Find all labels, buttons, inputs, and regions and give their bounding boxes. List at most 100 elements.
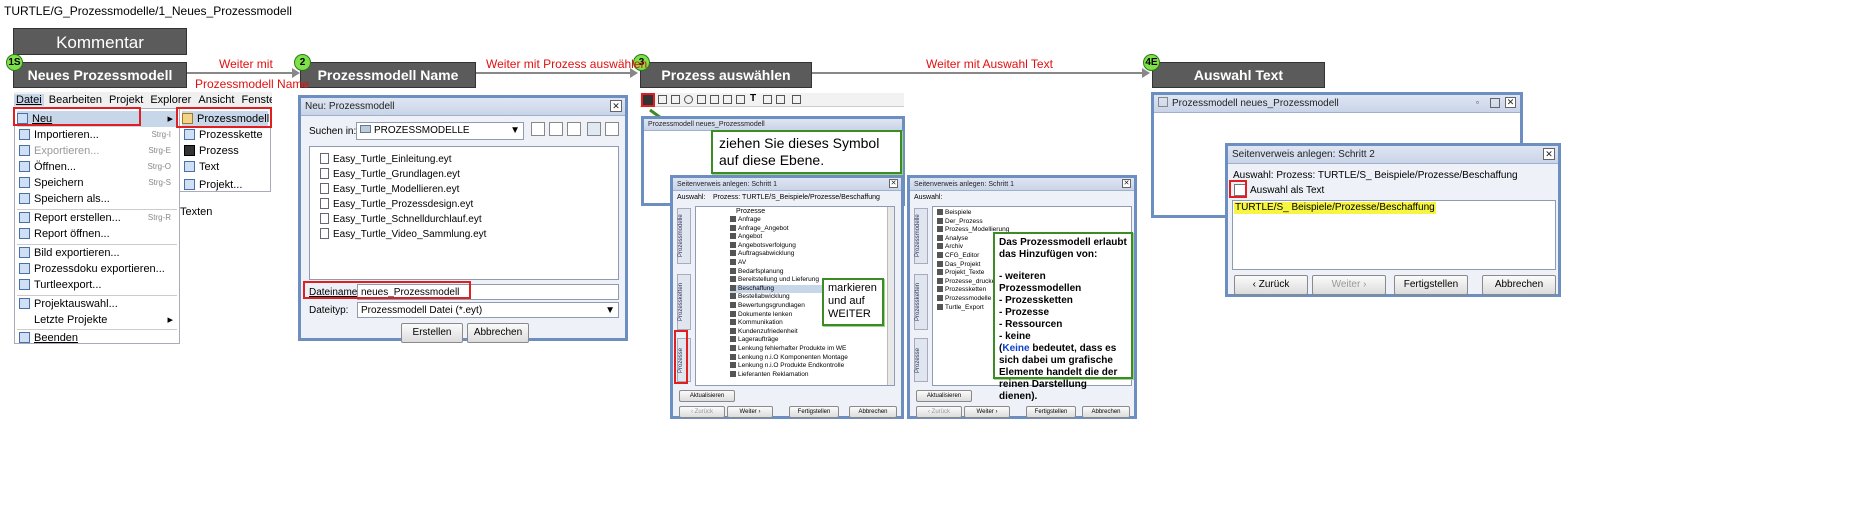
close-icon[interactable]: ✕ bbox=[1122, 179, 1131, 188]
menu-item-exportieren[interactable]: Exportieren... Strg-E bbox=[19, 143, 177, 159]
file-item[interactable]: Easy_Turtle_Schnelldurchlauf.eyt bbox=[320, 213, 482, 227]
close-icon[interactable]: ✕ bbox=[889, 179, 898, 188]
menu-item-report-erstellen[interactable]: Report erstellen... Strg-R bbox=[19, 210, 177, 226]
tree-item[interactable]: Angebotsverfolgung bbox=[730, 242, 848, 251]
lookin-select[interactable]: PROZESSMODELLE ▼ bbox=[356, 122, 524, 140]
maximize-icon[interactable] bbox=[1490, 98, 1500, 108]
file-item[interactable]: Easy_Turtle_Prozessdesign.eyt bbox=[320, 198, 473, 212]
close-icon[interactable]: ✕ bbox=[1505, 97, 1516, 108]
file-item[interactable]: Easy_Turtle_Einleitung.eyt bbox=[320, 153, 452, 167]
submenu-item-prozesskette[interactable]: Prozesskette bbox=[184, 127, 263, 143]
finish-button[interactable]: Fertigstellen bbox=[1394, 275, 1468, 295]
menu-fenster[interactable]: Fenster bbox=[240, 94, 272, 106]
refresh-button[interactable]: Aktualisieren bbox=[679, 390, 735, 402]
tree-item[interactable]: Lenkung fehlerhafter Produkte im WE bbox=[730, 345, 848, 354]
back-button[interactable]: ‹ Zurück bbox=[916, 406, 962, 418]
new-folder-icon[interactable] bbox=[567, 122, 581, 136]
tree-item[interactable]: AV bbox=[730, 259, 848, 268]
menu-item-speichern[interactable]: Speichern Strg-S bbox=[19, 175, 177, 191]
home-icon[interactable] bbox=[549, 122, 563, 136]
cancel-button[interactable]: Abbrechen bbox=[467, 323, 529, 343]
file-item[interactable]: Easy_Turtle_Video_Sammlung.eyt bbox=[320, 228, 486, 242]
menu-item-speichern-als[interactable]: Speichern als... bbox=[19, 191, 177, 207]
minimize-icon[interactable]: ▫ bbox=[1476, 98, 1486, 108]
tree-item[interactable]: Anfrage bbox=[730, 216, 848, 225]
filetype-select[interactable]: Prozessmodell Datei (*.eyt) ▼ bbox=[357, 302, 619, 318]
tree-item[interactable]: Anfrage_Angebot bbox=[730, 225, 848, 234]
toolbar-icon[interactable] bbox=[671, 95, 680, 104]
menu-item-beenden[interactable]: Beenden bbox=[19, 330, 177, 346]
back-button[interactable]: ‹ Zurück bbox=[1234, 275, 1308, 295]
file-item[interactable]: Easy_Turtle_Grundlagen.eyt bbox=[320, 168, 460, 182]
toolbar-icon[interactable] bbox=[697, 95, 706, 104]
menu-datei[interactable]: Datei bbox=[14, 94, 44, 106]
tree-item[interactable]: Der_Prozess bbox=[937, 218, 1009, 227]
submenu-item-text[interactable]: Text bbox=[184, 159, 219, 175]
tree-item[interactable]: Kundenzufriedenheit bbox=[730, 328, 848, 337]
close-icon[interactable]: ✕ bbox=[1543, 148, 1555, 160]
create-button[interactable]: Erstellen bbox=[401, 323, 463, 343]
toolbar-icon[interactable] bbox=[684, 95, 693, 104]
cancel-button[interactable]: Abbrechen bbox=[1082, 406, 1130, 418]
close-icon[interactable]: ✕ bbox=[610, 100, 622, 112]
tree-root[interactable]: Prozesse bbox=[736, 208, 765, 215]
menu-explorer[interactable]: Explorer bbox=[148, 94, 193, 106]
menu-ansicht[interactable]: Ansicht bbox=[196, 94, 236, 106]
menu-item-letzte-projekte[interactable]: Letzte Projekte ▸ bbox=[19, 312, 177, 328]
menu-projekt[interactable]: Projekt bbox=[107, 94, 145, 106]
tab-prozessketten[interactable]: Prozessketten bbox=[677, 274, 691, 330]
next-button[interactable]: Weiter › bbox=[1312, 275, 1386, 295]
tab-prozessmodelle[interactable]: Prozessmodelle bbox=[677, 208, 691, 264]
new-model-dialog: Neu: Prozessmodell ✕ Suchen in: PROZESSMO… bbox=[298, 95, 628, 343]
menu-item-bild-exportieren[interactable]: Bild exportieren... bbox=[19, 245, 177, 261]
text-tool-icon[interactable]: T bbox=[750, 93, 756, 104]
doc-icon bbox=[19, 263, 30, 274]
toolbar-icon[interactable] bbox=[736, 95, 745, 104]
toolbar-icon[interactable] bbox=[723, 95, 732, 104]
menu-item-turtleexport[interactable]: Turtleexport... bbox=[19, 277, 177, 293]
tab-prozessmodelle[interactable]: Prozessmodelle bbox=[914, 208, 928, 264]
finish-button[interactable]: Fertigstellen bbox=[789, 406, 839, 418]
tab-prozesse[interactable]: Prozesse bbox=[914, 338, 928, 382]
tree-item[interactable]: Bedarfsplanung bbox=[730, 268, 848, 277]
submenu-item-projekt[interactable]: Projekt... bbox=[184, 177, 242, 193]
tree-item[interactable]: Lenkung n.i.O Komponenten Montage bbox=[730, 354, 848, 363]
toolbar-icon[interactable] bbox=[763, 95, 772, 104]
reference-text-area[interactable]: TURTLE/S_ Beispiele/Prozesse/Beschaffung bbox=[1232, 200, 1556, 270]
toolbar-icon[interactable] bbox=[658, 95, 667, 104]
menu-item-projektauswahl[interactable]: Projektauswahl... bbox=[19, 296, 177, 312]
back-button[interactable]: ‹ Zurück bbox=[679, 406, 725, 418]
process-chain-icon bbox=[184, 129, 195, 140]
tree-item[interactable]: Beispiele bbox=[937, 209, 1009, 218]
refresh-button[interactable]: Aktualisieren bbox=[916, 390, 972, 402]
tree-item[interactable]: Lageraufträge bbox=[730, 336, 848, 345]
toolbar-icon[interactable] bbox=[710, 95, 719, 104]
details-view-icon[interactable] bbox=[605, 122, 619, 136]
highlight-checkbox bbox=[1229, 180, 1247, 198]
toolbar-icon[interactable] bbox=[792, 95, 801, 104]
next-button[interactable]: Weiter › bbox=[964, 406, 1010, 418]
tree-item[interactable]: Angebot bbox=[730, 233, 848, 242]
tree-item[interactable]: Lieferanten Reklamation bbox=[730, 371, 848, 380]
cancel-button[interactable]: Abbrechen bbox=[1482, 275, 1556, 295]
next-button[interactable]: Weiter › bbox=[727, 406, 773, 418]
step3-header: Prozess auswählen bbox=[640, 62, 812, 88]
file-item[interactable]: Easy_Turtle_Modellieren.eyt bbox=[320, 183, 459, 197]
menu-item-report-oeffnen[interactable]: Report öffnen... bbox=[19, 226, 177, 242]
tab-prozessketten[interactable]: Prozessketten bbox=[914, 274, 928, 330]
up-folder-icon[interactable] bbox=[531, 122, 545, 136]
scrollbar[interactable] bbox=[887, 207, 894, 385]
tree-item[interactable]: Auftragsabwicklung bbox=[730, 250, 848, 259]
dialog-title: Neu: Prozessmodell ✕ bbox=[301, 98, 625, 116]
toolbar-icon[interactable] bbox=[776, 95, 785, 104]
cancel-button[interactable]: Abbrechen bbox=[849, 406, 897, 418]
menu-item-oeffnen[interactable]: Öffnen... Strg-O bbox=[19, 159, 177, 175]
menu-item-prozessdoku[interactable]: Prozessdoku exportieren... bbox=[19, 261, 177, 277]
tree-item[interactable]: Lenkung n.i.O Produkte Endkontrolle bbox=[730, 362, 848, 371]
menu-bearbeiten[interactable]: Bearbeiten bbox=[47, 94, 104, 106]
step1-badge: 1S bbox=[6, 54, 23, 71]
menu-item-importieren[interactable]: Importieren... Strg-I bbox=[19, 127, 177, 143]
finish-button[interactable]: Fertigstellen bbox=[1026, 406, 1076, 418]
submenu-item-prozess[interactable]: Prozess bbox=[184, 143, 239, 159]
list-view-icon[interactable] bbox=[587, 122, 601, 136]
